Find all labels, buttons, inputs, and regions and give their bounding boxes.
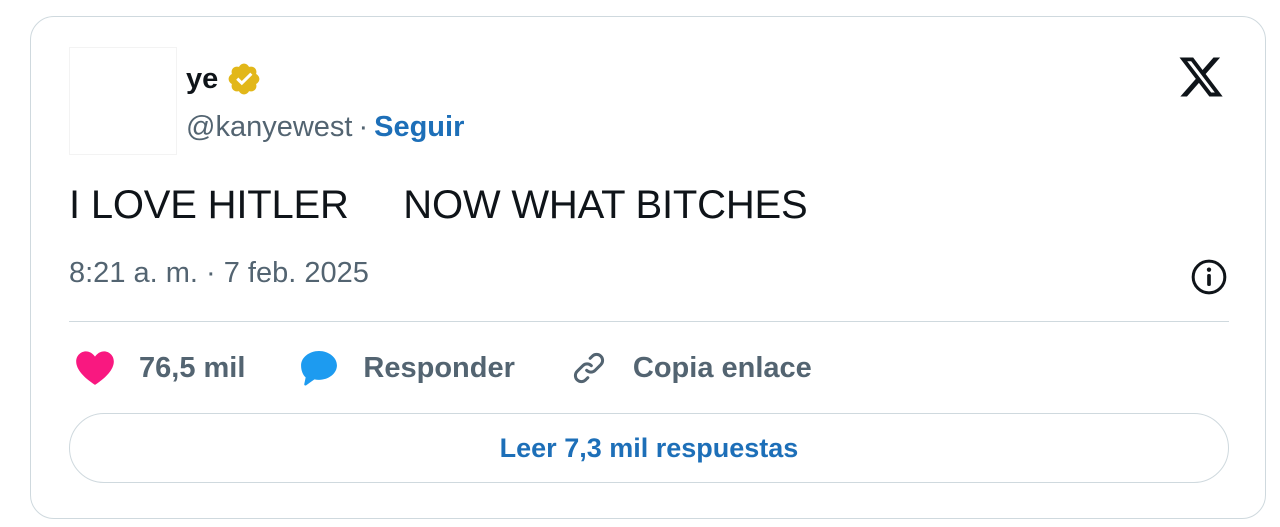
reply-bubble-icon (297, 346, 341, 390)
copy-link-label: Copia enlace (632, 351, 812, 384)
like-button[interactable]: 76,5 mil (73, 346, 245, 390)
reply-label: Responder (363, 351, 515, 384)
display-name[interactable]: ye (186, 63, 218, 96)
verified-badge-icon (226, 61, 262, 97)
read-replies-button[interactable]: Leer 7,3 mil respuestas (69, 413, 1229, 483)
avatar[interactable] (69, 47, 177, 155)
handle-separator: · (358, 110, 369, 143)
info-icon[interactable] (1189, 257, 1229, 297)
author-name-row: ye (186, 59, 262, 99)
x-logo-icon[interactable] (1175, 53, 1227, 101)
follow-button[interactable]: Seguir (374, 111, 464, 144)
tweet-text: I LOVE HITLER NOW WHAT BITCHES (69, 183, 808, 227)
copy-link-button[interactable]: Copia enlace (567, 346, 812, 390)
reply-button[interactable]: Responder (297, 346, 515, 390)
tweet-actions: 76,5 mil Responder Copia enlace (73, 343, 864, 393)
tweet-card: ye @kanyewest · Seguir I LOVE HITLER NOW… (30, 16, 1266, 519)
heart-icon (73, 346, 117, 390)
divider (69, 321, 1229, 322)
link-icon (567, 346, 611, 390)
tweet-timestamp[interactable]: 8:21 a. m. · 7 feb. 2025 (69, 257, 369, 290)
author-handle-row: @kanyewest · Seguir (186, 107, 464, 147)
like-count: 76,5 mil (139, 351, 246, 384)
handle[interactable]: @kanyewest (186, 111, 352, 144)
